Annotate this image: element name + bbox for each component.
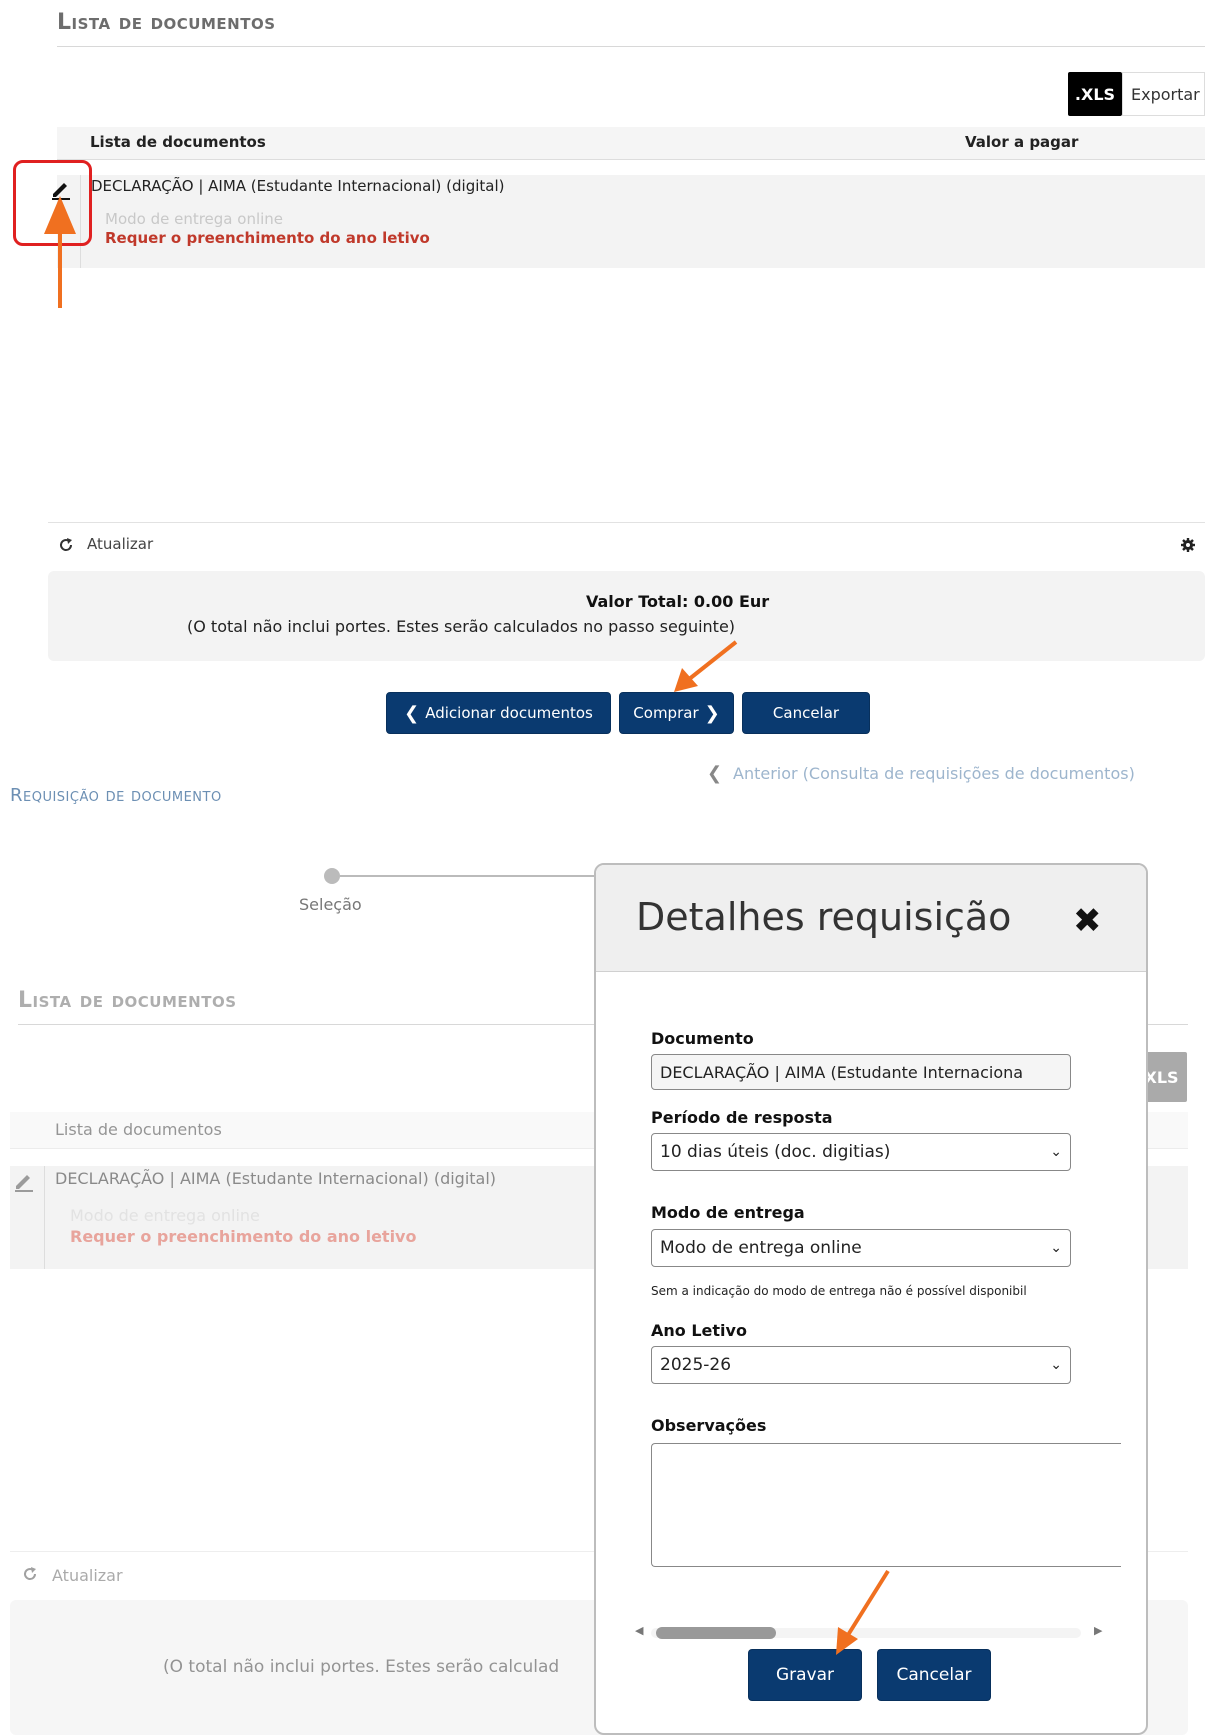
response-period-select[interactable]: 10 dias úteis (doc. digitias) ⌄ bbox=[651, 1133, 1071, 1171]
annotation-arrow-buy bbox=[670, 638, 740, 700]
notes-label: Observações bbox=[651, 1416, 767, 1435]
back-chevron-icon[interactable]: ❮ bbox=[707, 763, 722, 784]
refresh-icon[interactable] bbox=[58, 537, 74, 553]
bottom-edit-icon bbox=[12, 1168, 36, 1192]
section-heading: Lista de documentos bbox=[57, 10, 276, 35]
bottom-section-heading: Lista de documentos bbox=[18, 988, 237, 1013]
response-period-value: 10 dias úteis (doc. digitias) bbox=[660, 1142, 891, 1162]
chevron-right-icon: ❯ bbox=[704, 702, 720, 724]
chevron-down-icon: ⌄ bbox=[1050, 1144, 1062, 1160]
request-details-modal: Detalhes requisição ✖ Documento DECLARAÇ… bbox=[594, 863, 1148, 1735]
chevron-down-icon: ⌄ bbox=[1050, 1240, 1062, 1256]
scroll-left-icon[interactable]: ◀ bbox=[635, 1624, 643, 1637]
buy-label: Comprar bbox=[633, 704, 699, 722]
settings-gear-icon[interactable] bbox=[1180, 537, 1196, 553]
bottom-total-note: (O total não inclui portes. Estes serão … bbox=[163, 1657, 560, 1677]
cancel-button[interactable]: Cancelar bbox=[742, 692, 870, 734]
delivery-mode-label: Modo de entrega bbox=[651, 1203, 805, 1222]
school-year-select[interactable]: 2025-26 ⌄ bbox=[651, 1346, 1071, 1384]
add-documents-label: Adicionar documentos bbox=[425, 704, 593, 722]
school-year-value: 2025-26 bbox=[660, 1355, 732, 1375]
school-year-label: Ano Letivo bbox=[651, 1321, 747, 1340]
document-label: Documento bbox=[651, 1029, 754, 1048]
step-line bbox=[340, 875, 600, 877]
previous-link[interactable]: Anterior (Consulta de requisições de doc… bbox=[733, 764, 1135, 783]
export-button[interactable]: Exportar bbox=[1122, 72, 1205, 116]
total-panel bbox=[48, 571, 1205, 661]
close-icon[interactable]: ✖ bbox=[1073, 901, 1102, 941]
annotation-arrow-save bbox=[826, 1567, 896, 1663]
warning-text: Requer o preenchimento do ano letivo bbox=[105, 229, 430, 247]
notes-textarea[interactable] bbox=[651, 1443, 1121, 1567]
page-title: Requisição de documento bbox=[10, 785, 222, 806]
bottom-document-title: DECLARAÇÃO | AIMA (Estudante Internacion… bbox=[55, 1169, 497, 1188]
document-field: DECLARAÇÃO | AIMA (Estudante Internacion… bbox=[651, 1054, 1071, 1090]
scrollbar-thumb[interactable] bbox=[656, 1627, 776, 1639]
column-header-value: Valor a pagar bbox=[965, 133, 1079, 151]
annotation-arrow-up bbox=[40, 196, 80, 315]
heading-divider bbox=[57, 46, 1205, 47]
bottom-column-header-document: Lista de documentos bbox=[55, 1120, 222, 1139]
refresh-bar bbox=[48, 522, 1205, 568]
scroll-right-icon[interactable]: ▶ bbox=[1094, 1624, 1102, 1637]
bottom-refresh-label: Atualizar bbox=[52, 1566, 123, 1585]
modal-title: Detalhes requisição bbox=[636, 895, 1012, 939]
response-period-label: Período de resposta bbox=[651, 1108, 833, 1127]
delivery-mode-value: Modo de entrega online bbox=[660, 1238, 862, 1258]
bottom-warning-text: Requer o preenchimento do ano letivo bbox=[70, 1227, 417, 1246]
bottom-refresh-icon bbox=[22, 1566, 38, 1582]
add-documents-button[interactable]: ❮ Adicionar documentos bbox=[386, 692, 611, 734]
column-header-document: Lista de documentos bbox=[90, 133, 266, 151]
step-label-selection: Seleção bbox=[299, 895, 362, 914]
total-value: Valor Total: 0.00 Eur bbox=[586, 592, 770, 611]
bottom-row-divider bbox=[44, 1166, 45, 1269]
step-dot bbox=[324, 868, 340, 884]
delivery-mode-text: Modo de entrega online bbox=[105, 210, 284, 228]
delivery-mode-note: Sem a indicação do modo de entrega não é… bbox=[651, 1284, 1027, 1298]
document-title: DECLARAÇÃO | AIMA (Estudante Internacion… bbox=[91, 177, 505, 195]
refresh-label[interactable]: Atualizar bbox=[87, 535, 153, 553]
chevron-down-icon: ⌄ bbox=[1050, 1357, 1062, 1373]
chevron-left-icon: ❮ bbox=[404, 702, 420, 724]
bottom-delivery-text: Modo de entrega online bbox=[70, 1206, 260, 1225]
xls-badge[interactable]: .XLS bbox=[1068, 72, 1122, 116]
delivery-mode-select[interactable]: Modo de entrega online ⌄ bbox=[651, 1229, 1071, 1267]
total-note: (O total não inclui portes. Estes serão … bbox=[187, 617, 736, 636]
